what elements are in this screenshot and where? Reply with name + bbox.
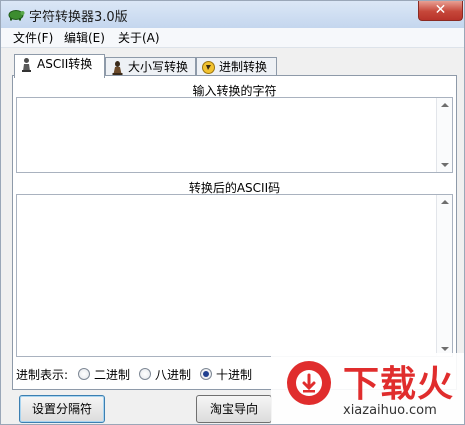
bishop-icon [112,61,123,75]
coin-icon [202,61,215,74]
radio-decimal-label: 十进制 [216,368,253,382]
menu-bar: 文件(F) 编辑(E) 关于(A) [1,28,464,48]
title-bar[interactable]: 字符转换器3.0版 ✕ [1,1,464,28]
set-separator-button[interactable]: 设置分隔符 [19,395,105,423]
scroll-down-icon[interactable] [441,347,449,351]
radio-decimal-dot[interactable] [200,368,212,380]
app-window: 字符转换器3.0版 ✕ 文件(F) 编辑(E) 关于(A) ASCII转换 大小… [0,0,465,425]
watermark: 下载火 xiazaihuo.com [271,353,464,424]
menu-edit[interactable]: 编辑(E) [64,30,105,46]
input-scrollbar[interactable] [436,98,452,172]
menu-file[interactable]: 文件(F) [13,30,53,46]
pawn-icon [22,58,31,72]
radio-binary-label: 二进制 [94,368,131,382]
close-button[interactable]: ✕ [418,1,463,21]
app-turtle-icon [8,10,25,21]
radio-binary-dot[interactable] [78,368,90,380]
scroll-up-icon[interactable] [441,103,449,107]
watermark-title: 下载火 [343,364,455,405]
radio-octal-dot[interactable] [139,368,151,380]
ascii-tab-panel: 输入转换的字符 转换后的ASCII码 [12,75,457,390]
download-logo-icon [287,361,331,405]
tab-ascii-label: ASCII转换 [37,57,93,71]
window-title: 字符转换器3.0版 [29,10,128,25]
menu-about[interactable]: 关于(A) [118,30,160,46]
input-textarea[interactable] [16,97,453,173]
scroll-up-icon[interactable] [441,200,449,204]
tab-ascii[interactable]: ASCII转换 [14,54,105,78]
close-icon: ✕ [434,2,447,18]
output-scrollbar[interactable] [436,195,452,356]
output-textarea[interactable] [16,194,453,357]
watermark-url: xiazaihuo.com [343,403,437,418]
scroll-down-icon[interactable] [441,163,449,167]
radix-title: 进制表示: [16,368,69,382]
tab-case-label: 大小写转换 [128,60,189,74]
radio-octal-label: 八进制 [155,368,192,382]
taobao-button[interactable]: 淘宝导向 [196,395,272,423]
tab-radix-label: 进制转换 [219,60,268,74]
